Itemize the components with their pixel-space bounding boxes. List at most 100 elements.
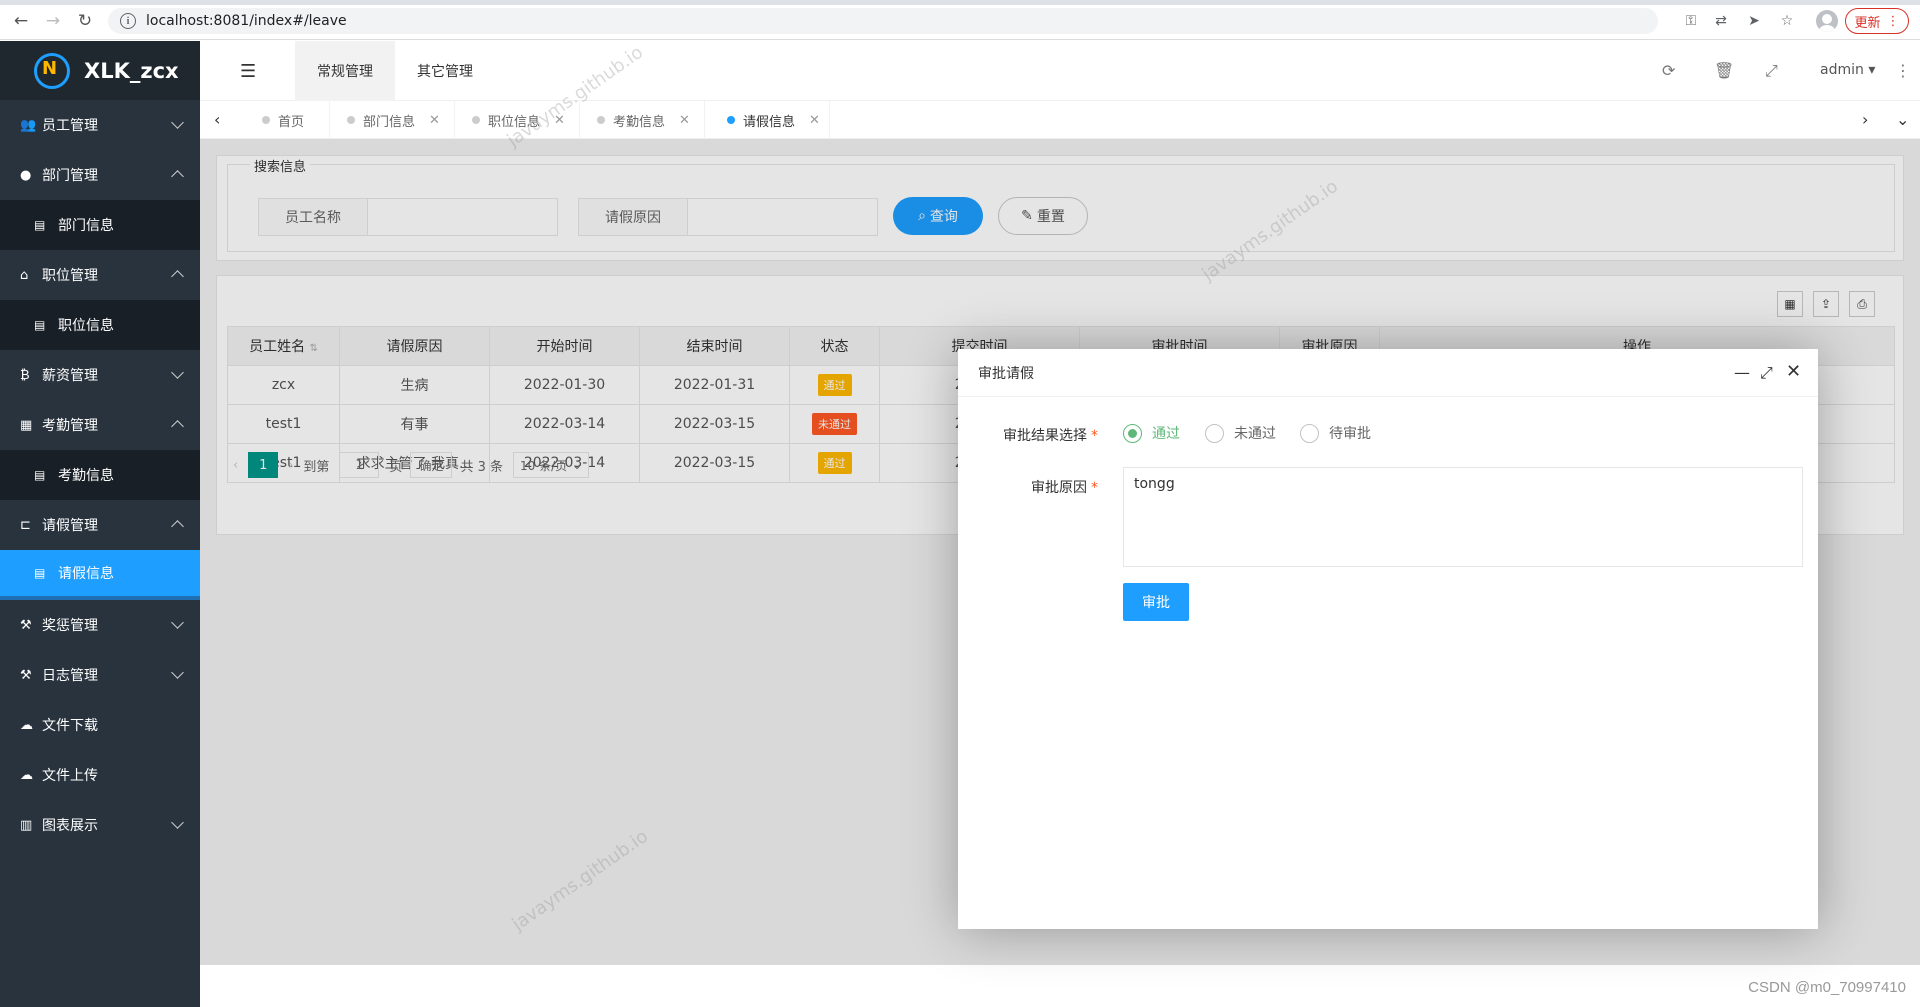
menu-upload[interactable]: ☁ 文件上传	[0, 750, 200, 800]
maximize-icon[interactable]: ⤢	[1760, 363, 1773, 383]
logo-text: XLK_zcx	[84, 58, 179, 83]
close-icon[interactable]: ✕	[1786, 361, 1801, 382]
site-info-icon[interactable]: i	[120, 13, 136, 29]
radio-pending[interactable]: 待审批	[1300, 423, 1371, 443]
tab-dot	[347, 116, 355, 124]
fullscreen-icon[interactable]: ⤢	[1765, 61, 1778, 81]
required-mark: *	[1091, 428, 1098, 444]
menu-department[interactable]: ● 部门管理	[0, 150, 200, 200]
header-tab-label: 常规管理	[317, 64, 373, 80]
tab-next-icon[interactable]: ›	[1862, 110, 1868, 129]
menu-label: 请假管理	[42, 518, 98, 534]
send-icon[interactable]: ➤	[1745, 12, 1763, 30]
close-icon[interactable]: ✕	[679, 113, 690, 128]
translate-icon[interactable]: ⇄	[1712, 12, 1730, 30]
tab-label: 职位信息	[488, 114, 541, 130]
submenu-department-info[interactable]: ▤ 部门信息	[0, 200, 200, 250]
radio-pass[interactable]: 通过	[1123, 423, 1180, 443]
menu-label: 薪资管理	[42, 368, 98, 384]
menu-reward[interactable]: ⚒ 奖惩管理	[0, 600, 200, 650]
radio-checked-icon	[1123, 423, 1142, 443]
update-button[interactable]: 更新 ⋮	[1845, 8, 1909, 34]
tab-dot	[727, 116, 735, 124]
tab-position-info[interactable]: 职位信息 ✕	[455, 101, 580, 139]
menu-label: 职位管理	[42, 268, 98, 284]
menu-download[interactable]: ☁ 文件下载	[0, 700, 200, 750]
radio-label: 待审批	[1329, 426, 1371, 442]
close-icon[interactable]: ✕	[429, 113, 440, 128]
bottom-strip	[200, 965, 1920, 1007]
menu-salary[interactable]: ₿ 薪资管理	[0, 350, 200, 400]
radio-unchecked-icon	[1300, 423, 1319, 443]
header-tab-other[interactable]: 其它管理	[395, 41, 495, 101]
close-icon[interactable]: ✕	[554, 113, 565, 128]
refresh-icon[interactable]: ⟳	[1662, 61, 1675, 80]
reason-label-text: 审批原因	[1031, 480, 1087, 496]
back-icon[interactable]: ←	[10, 10, 32, 32]
reload-icon[interactable]: ↻	[74, 10, 96, 32]
required-mark: *	[1091, 480, 1098, 496]
tab-dot	[472, 116, 480, 124]
menu-position[interactable]: ⌂ 职位管理	[0, 250, 200, 300]
tab-dropdown-icon[interactable]: ⌄	[1896, 110, 1909, 129]
tab-label: 部门信息	[363, 114, 416, 130]
browser-toolbar: ← → ↻ i localhost:8081/index#/leave ⚿ ⇄ …	[0, 0, 1920, 40]
gavel-icon: ⚒	[20, 667, 32, 683]
result-label: 审批结果选择 *	[958, 425, 1098, 445]
menu-employee[interactable]: 👥 员工管理	[0, 100, 200, 150]
result-label-text: 审批结果选择	[1003, 428, 1087, 444]
approve-button[interactable]: 审批	[1123, 583, 1189, 621]
top-header: ☰ 常规管理 其它管理 ⟳ 🗑 ⤢ admin ▾ ⋮	[200, 41, 1920, 101]
minimize-icon[interactable]: —	[1734, 363, 1750, 382]
close-icon[interactable]: ✕	[809, 113, 820, 128]
table-icon: ▤	[34, 318, 46, 332]
tab-prev-icon[interactable]: ‹	[214, 110, 220, 129]
menu-fold-icon[interactable]: ☰	[240, 61, 256, 82]
menu-charts[interactable]: ▥ 图表展示	[0, 800, 200, 850]
chevron-up-icon	[171, 420, 184, 433]
submenu-attendance-info[interactable]: ▤ 考勤信息	[0, 450, 200, 500]
submenu-leave-info[interactable]: ▤ 请假信息	[0, 550, 200, 600]
tab-leave-info[interactable]: 请假信息 ✕	[705, 101, 830, 139]
user-menu[interactable]: admin ▾	[1820, 62, 1875, 78]
user-icon: ●	[20, 167, 32, 183]
table-icon: ▤	[34, 566, 46, 580]
header-tab-regular[interactable]: 常规管理	[295, 41, 395, 101]
tab-attendance-info[interactable]: 考勤信息 ✕	[580, 101, 705, 139]
trash-icon[interactable]: 🗑	[1714, 61, 1734, 80]
bed-icon: ⊏	[20, 517, 31, 533]
menu-log[interactable]: ⚒ 日志管理	[0, 650, 200, 700]
chevron-up-icon	[171, 520, 184, 533]
radio-reject[interactable]: 未通过	[1205, 423, 1276, 443]
users-icon: 👥	[20, 117, 37, 133]
submenu-position-info[interactable]: ▤ 职位信息	[0, 300, 200, 350]
bar-chart-icon: ▥	[20, 817, 33, 833]
chevron-down-icon	[171, 616, 184, 629]
dialog-header: 审批请假	[958, 349, 1818, 397]
chevron-down-icon	[171, 666, 184, 679]
menu-attendance[interactable]: ▦ 考勤管理	[0, 400, 200, 450]
star-icon[interactable]: ☆	[1778, 12, 1796, 30]
menu-label: 部门管理	[42, 168, 98, 184]
approve-leave-dialog: 审批请假 — ⤢ ✕ 审批结果选择 * 通过 未通过 待审批 审批原因 * tong…	[958, 349, 1818, 929]
approve-reason-textarea[interactable]: tongg	[1123, 467, 1803, 567]
chevron-down-icon	[171, 816, 184, 829]
menu-leave[interactable]: ⊏ 请假管理	[0, 500, 200, 550]
cloud-upload-icon: ☁	[20, 767, 33, 783]
chevron-up-icon	[171, 170, 184, 183]
tab-label: 请假信息	[743, 114, 796, 130]
radio-label: 未通过	[1234, 426, 1276, 442]
profile-avatar[interactable]	[1816, 10, 1838, 32]
tab-department-info[interactable]: 部门信息 ✕	[330, 101, 455, 139]
more-vert-icon[interactable]: ⋮	[1895, 61, 1911, 80]
address-bar[interactable]: i localhost:8081/index#/leave	[108, 8, 1658, 34]
logo[interactable]: XLK_zcx	[0, 41, 200, 100]
logo-icon	[34, 52, 70, 89]
submenu-label: 请假信息	[58, 566, 114, 582]
chevron-down-icon	[171, 116, 184, 129]
cloud-download-icon: ☁	[20, 717, 33, 733]
key-icon[interactable]: ⚿	[1682, 12, 1700, 30]
tab-home[interactable]: 首页	[245, 101, 330, 139]
forward-icon[interactable]: →	[42, 10, 64, 32]
submenu-label: 职位信息	[58, 318, 114, 334]
